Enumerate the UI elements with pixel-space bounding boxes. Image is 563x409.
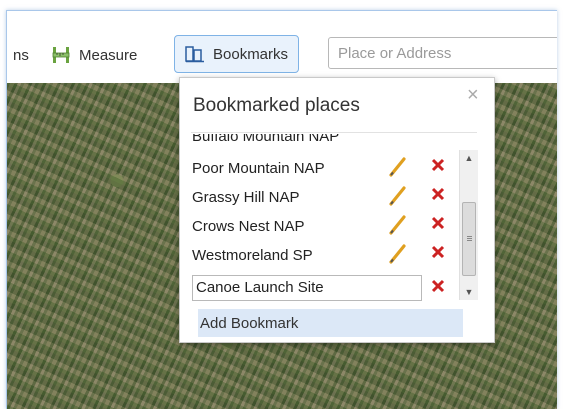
panel-title: Bookmarked places <box>193 95 360 116</box>
grip-icon <box>467 236 472 237</box>
delete-icon[interactable] <box>430 186 446 202</box>
delete-icon[interactable] <box>430 215 446 231</box>
toolbar: ns Measure Bookmarks Place or Address <box>7 11 557 83</box>
bookmark-label: Poor Mountain NAP <box>192 160 325 177</box>
close-icon[interactable]: × <box>467 84 479 107</box>
scroll-thumb[interactable] <box>462 202 476 276</box>
truncated-tool-label[interactable]: ns <box>13 38 29 72</box>
bookmark-label: Crows Nest NAP <box>192 218 305 235</box>
bookmark-label: Westmoreland SP <box>192 247 313 264</box>
list-item[interactable]: Westmoreland SP <box>192 243 460 269</box>
bookmark-label: Buffalo Mountain NAP <box>192 134 340 145</box>
list-scrollbar[interactable]: ▲ ▼ <box>459 150 478 300</box>
list-item[interactable]: Poor Mountain NAP <box>192 156 460 182</box>
pencil-icon[interactable] <box>388 185 408 207</box>
delete-icon[interactable] <box>430 278 446 294</box>
scroll-up-icon[interactable]: ▲ <box>460 150 478 166</box>
pencil-icon[interactable] <box>388 243 408 265</box>
list-item[interactable]: Buffalo Mountain NAP <box>192 134 460 150</box>
new-bookmark-value: Canoe Launch Site <box>196 279 324 296</box>
bookmarks-icon <box>185 46 204 63</box>
pencil-icon[interactable] <box>388 156 408 178</box>
divider <box>191 132 477 133</box>
pencil-icon[interactable] <box>388 214 408 236</box>
add-bookmark-button[interactable]: Add Bookmark <box>198 309 463 337</box>
measure-icon <box>52 47 70 63</box>
scroll-down-icon[interactable]: ▼ <box>460 284 478 300</box>
search-input[interactable]: Place or Address <box>328 37 557 69</box>
bookmark-label: Grassy Hill NAP <box>192 189 300 206</box>
truncated-tool-text: ns <box>13 46 29 64</box>
list-item[interactable]: Grassy Hill NAP <box>192 185 460 211</box>
bookmarks-button[interactable]: Bookmarks <box>174 35 300 73</box>
measure-button[interactable]: Measure <box>51 38 137 72</box>
delete-icon[interactable] <box>430 157 446 173</box>
bookmarks-label: Bookmarks <box>213 45 289 63</box>
new-bookmark-name-input[interactable]: Canoe Launch Site <box>192 275 422 301</box>
bookmarks-panel: Bookmarked places × Buffalo Mountain NAP… <box>179 77 495 343</box>
measure-label: Measure <box>79 46 138 64</box>
search-placeholder: Place or Address <box>338 44 452 62</box>
add-bookmark-label: Add Bookmark <box>200 315 299 332</box>
list-item[interactable]: Crows Nest NAP <box>192 214 460 240</box>
delete-icon[interactable] <box>430 244 446 260</box>
